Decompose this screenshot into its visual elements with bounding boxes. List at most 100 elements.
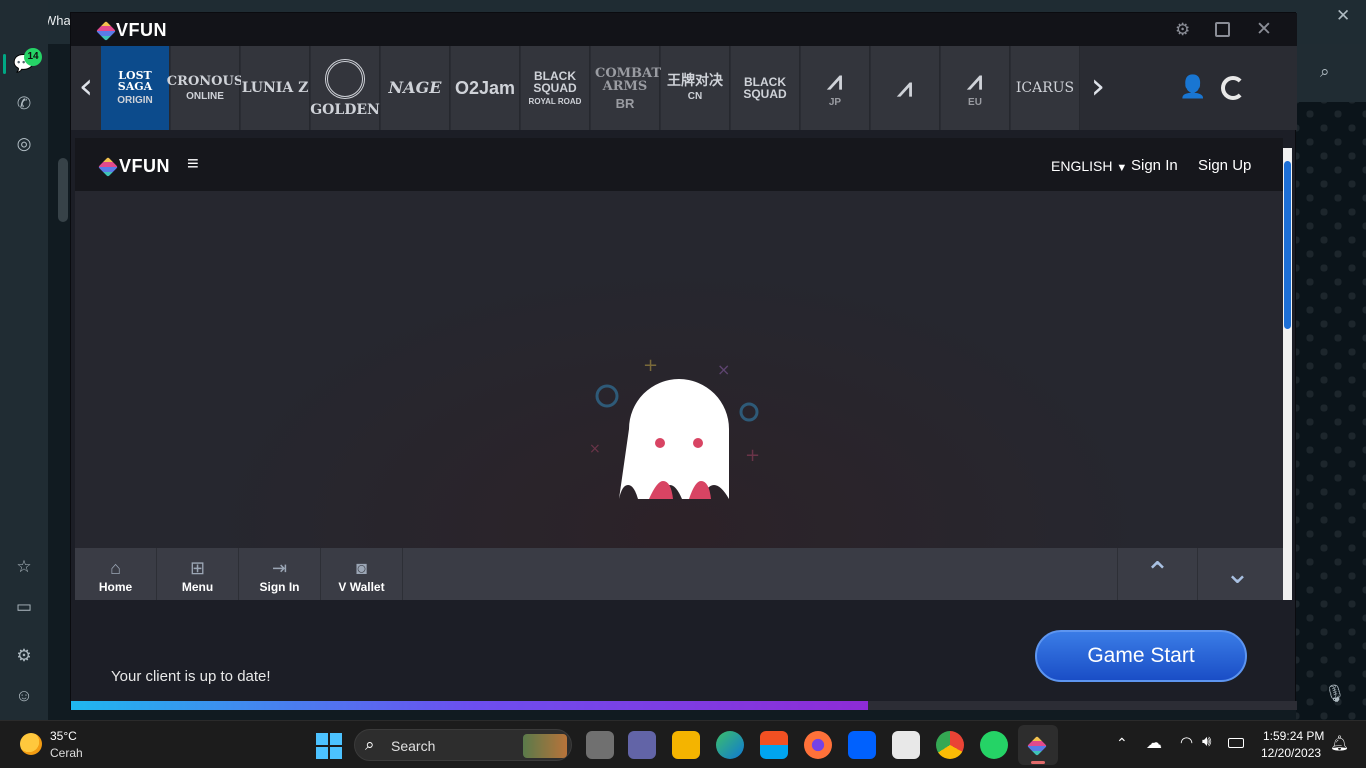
golden-emblem-icon — [325, 59, 365, 99]
launcher-titlebar: VFUN ⚙ ✕ — [71, 13, 1297, 46]
close-icon[interactable]: ✕ — [1256, 18, 1272, 41]
battery-icon[interactable] — [1228, 738, 1244, 748]
starred-icon[interactable]: ☆ — [12, 555, 36, 579]
start-icon[interactable] — [316, 733, 342, 759]
vfun-logo-icon — [98, 156, 118, 177]
fullscreen-icon[interactable] — [1215, 22, 1230, 37]
taskbar-search-box[interactable]: ⌕ Search — [354, 729, 572, 761]
vfun-logo-icon — [96, 20, 116, 41]
sign-in-link[interactable]: Sign In — [1131, 157, 1178, 174]
notification-bell-icon[interactable]: 🔔︎ — [1330, 734, 1349, 752]
nav-sign-in[interactable]: ⇥ Sign In — [239, 548, 321, 600]
launcher-logo-text: VFUN — [116, 20, 167, 40]
vfun-taskbar-icon[interactable] — [1018, 725, 1058, 765]
whatsapp-taskbar-icon[interactable] — [980, 731, 1008, 759]
teams-chat-icon[interactable] — [628, 731, 656, 759]
nav-home[interactable]: ⌂ Home — [75, 548, 157, 600]
hamburger-menu-icon[interactable]: ≡ — [187, 153, 199, 176]
wing-emblem-icon: ⩘ — [897, 73, 913, 103]
microsoft-store-icon[interactable] — [760, 731, 788, 759]
game-tile[interactable]: CRONOUS ONLINE — [167, 46, 243, 130]
progress-fill — [71, 701, 868, 710]
user-icon[interactable]: 👤 — [1179, 74, 1206, 100]
clock-time[interactable]: 1:59:24 PM — [1263, 729, 1324, 743]
vfun-launcher-window: VFUN ⚙ ✕ ‹ LOST SAGA ORIGIN CRONOUS ONLINE… — [70, 12, 1297, 710]
game-tile[interactable]: NAGE — [381, 46, 450, 130]
caret-down-icon: ▼ — [1116, 162, 1128, 174]
svg-text:+: + — [745, 445, 760, 466]
archive-icon[interactable]: ▭ — [12, 595, 36, 619]
game-tile[interactable]: LUNIA Z — [241, 46, 310, 130]
scroll-top-button[interactable]: ⌃ — [1117, 548, 1197, 600]
login-icon: ⇥ — [271, 558, 288, 578]
web-logo-text[interactable]: VFUN — [119, 156, 170, 177]
chevron-left-icon[interactable]: ‹ — [71, 46, 101, 130]
unread-badge: 14 — [24, 48, 42, 66]
game-tile[interactable]: ⩘ — [871, 46, 940, 130]
settings-icon[interactable]: ⚙ — [12, 644, 36, 668]
loading-area: + × × + — [75, 191, 1283, 548]
double-chevron-up-icon: ⌃ — [1144, 557, 1171, 590]
web-content: VFUN ≡ ENGLISH ▼ Sign In Sign Up + × × + — [75, 138, 1283, 600]
nav-menu[interactable]: ⊞ Menu — [157, 548, 239, 600]
game-tile[interactable]: O2Jam — [451, 46, 520, 130]
close-icon[interactable]: ✕ — [1336, 6, 1350, 26]
status-icon[interactable]: ◎ — [12, 132, 36, 156]
wallet-icon: ◙ — [356, 558, 367, 578]
ghost-loading-icon: + × × + — [589, 355, 760, 499]
sign-up-link[interactable]: Sign Up — [1198, 157, 1251, 174]
firefox-icon[interactable] — [804, 731, 832, 759]
update-progress-bar — [71, 701, 1297, 710]
svg-text:×: × — [589, 441, 601, 457]
game-tile[interactable]: BLACK SQUAD ROYAL ROAD — [521, 46, 590, 130]
game-tile[interactable]: LOST SAGA ORIGIN — [101, 46, 170, 130]
whatsapp-sidebar: 💬 14 ✆ ◎ ☆ ▭ ⚙ ☺ — [0, 0, 48, 720]
active-indicator — [3, 54, 6, 74]
volume-icon[interactable]: 🔊︎ — [1202, 733, 1211, 750]
chat-background — [1296, 44, 1366, 720]
language-selector[interactable]: ENGLISH ▼ — [1051, 158, 1127, 174]
chat-list-scrollbar[interactable] — [58, 158, 68, 222]
weather-temp[interactable]: 35°C — [50, 729, 77, 743]
edge-icon[interactable] — [716, 731, 744, 759]
game-tile[interactable]: BLACK SQUAD — [731, 46, 800, 130]
search-icon[interactable]: ⌕ — [1320, 62, 1330, 82]
gear-icon[interactable]: ⚙ — [1175, 20, 1190, 40]
web-scrollbar-thumb[interactable] — [1284, 161, 1291, 329]
wing-emblem-icon: ⩘ — [967, 66, 983, 96]
game-tile[interactable]: GOLDEN — [310, 46, 380, 130]
game-tile[interactable]: ⩘ EU — [941, 46, 1010, 130]
g-coin-icon[interactable] — [1221, 76, 1245, 100]
onedrive-icon[interactable]: ☁ — [1146, 733, 1162, 753]
chevron-right-icon[interactable]: › — [1081, 46, 1115, 130]
whatsapp-title: Wha — [44, 13, 71, 28]
windows-taskbar: 35°C Cerah ⌕ Search ⌃ ☁ ◠ 🔊︎ 1:59:24 PM … — [0, 720, 1366, 768]
avatar[interactable]: ☺ — [12, 684, 36, 708]
chevron-up-icon[interactable]: ⌃ — [1116, 735, 1128, 752]
game-tile[interactable]: COMBAT ARMS BR — [591, 46, 661, 130]
double-chevron-down-icon: ⌄ — [1224, 557, 1251, 590]
svg-text:+: + — [643, 355, 658, 376]
game-tile[interactable]: ⩘ JP — [801, 46, 870, 130]
game-tile[interactable]: 王牌对决 CN — [661, 46, 730, 130]
weather-icon[interactable] — [20, 733, 42, 755]
microphone-icon[interactable]: 🎙 — [1324, 684, 1346, 704]
amazon-icon[interactable] — [892, 731, 920, 759]
wifi-icon[interactable]: ◠ — [1180, 733, 1193, 751]
dropbox-icon[interactable] — [848, 731, 876, 759]
client-status-text: Your client is up to date! — [111, 668, 271, 685]
search-icon: ⌕ — [365, 735, 375, 754]
game-start-button[interactable]: Game Start — [1035, 630, 1247, 682]
game-tile[interactable]: ICARUS — [1011, 46, 1080, 130]
chrome-icon[interactable] — [936, 731, 964, 759]
file-explorer-icon[interactable] — [672, 731, 700, 759]
weather-desc[interactable]: Cerah — [50, 746, 83, 760]
search-highlight-icon — [523, 734, 567, 758]
web-navbar: VFUN ≡ ENGLISH ▼ Sign In Sign Up — [75, 138, 1283, 191]
calls-icon[interactable]: ✆ — [12, 92, 36, 116]
task-view-icon[interactable] — [586, 731, 614, 759]
chat-header: ⌕ — [1296, 44, 1366, 102]
scroll-bottom-button[interactable]: ⌄ — [1197, 548, 1277, 600]
nav-v-wallet[interactable]: ◙ V Wallet — [321, 548, 403, 600]
clock-date[interactable]: 12/20/2023 — [1261, 746, 1321, 760]
